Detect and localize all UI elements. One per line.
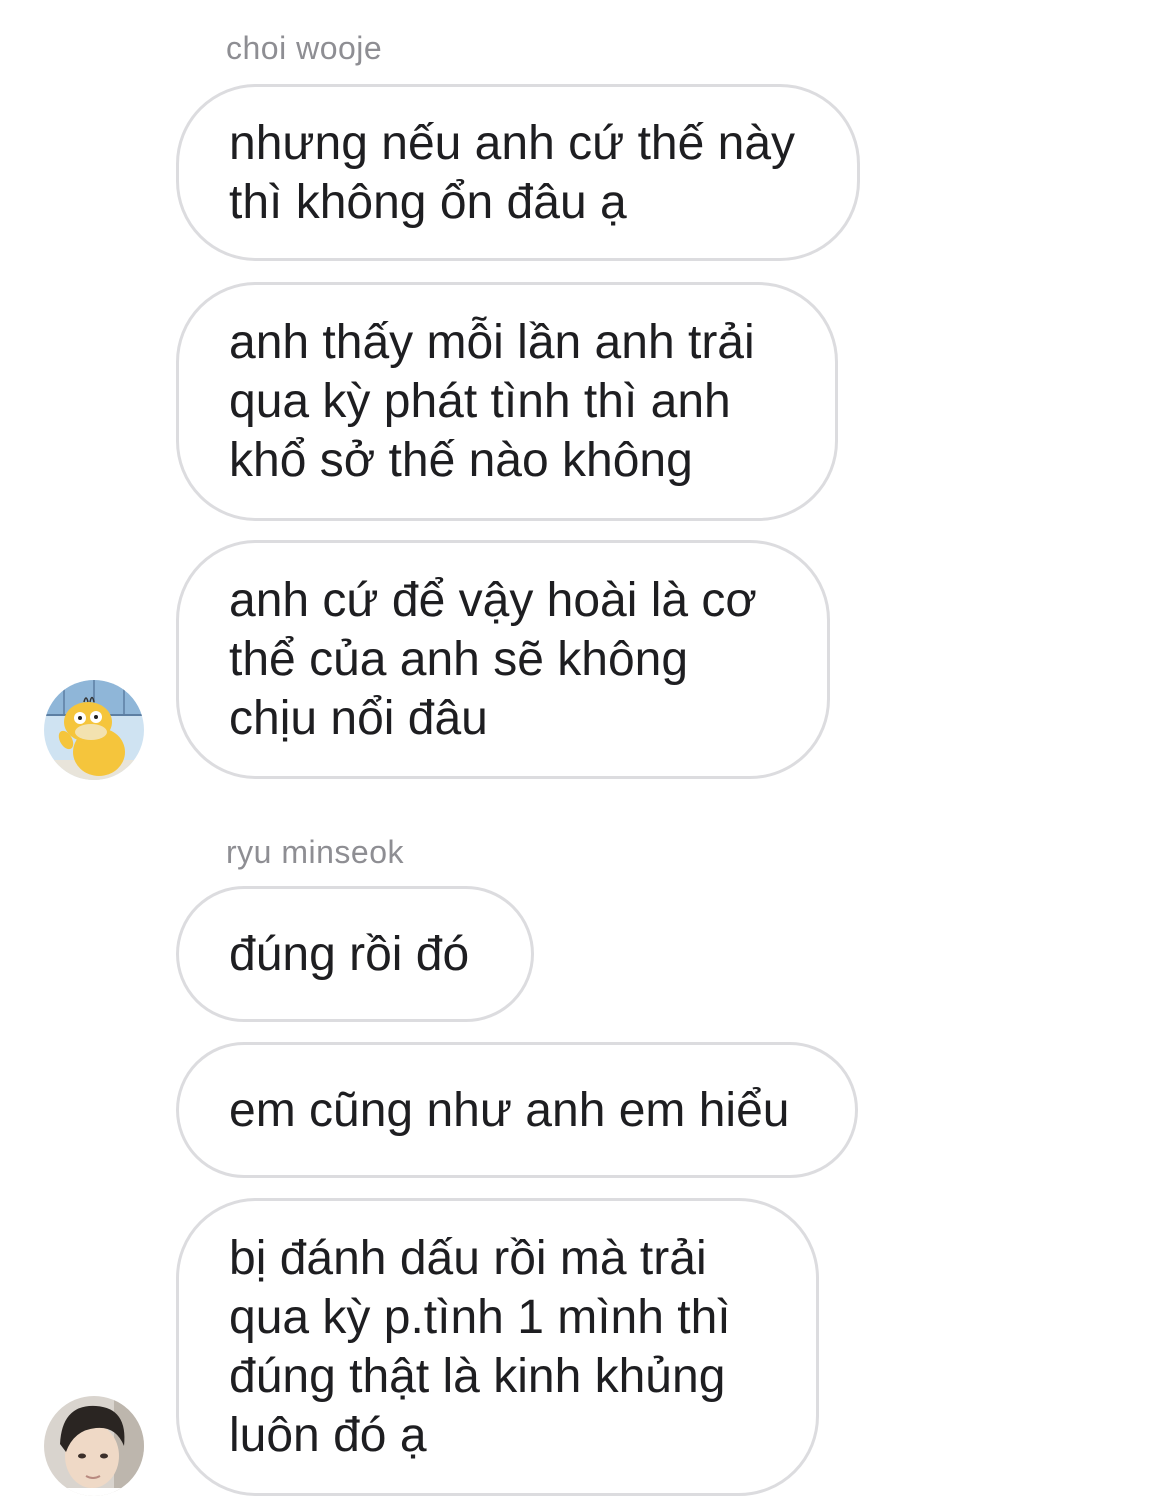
message-bubble[interactable]: đúng rồi đó: [176, 886, 534, 1022]
message-bubble[interactable]: anh thấy mỗi lần anh trải qua kỳ phát tì…: [176, 282, 838, 521]
message-bubble[interactable]: nhưng nếu anh cứ thế này thì không ổn đâ…: [176, 84, 860, 261]
message-text: em cũng như anh em hiểu: [229, 1083, 790, 1137]
message-text: anh thấy mỗi lần anh trải qua kỳ phát tì…: [229, 316, 755, 487]
sender-name-ryu-minseok: ryu minseok: [226, 834, 404, 870]
message-text: anh cứ để vậy hoài là cơ thể của anh sẽ …: [229, 574, 757, 745]
message-bubble[interactable]: anh cứ để vậy hoài là cơ thể của anh sẽ …: [176, 540, 830, 779]
sender-name-choi-wooje: choi wooje: [226, 30, 383, 66]
message-bubble[interactable]: em cũng như anh em hiểu: [176, 1042, 858, 1178]
message-text: bị đánh dấu rồi mà trải qua kỳ p.tình 1 …: [229, 1232, 731, 1462]
person-photo-avatar-icon[interactable]: [44, 1396, 144, 1496]
message-text: đúng rồi đó: [229, 927, 470, 981]
message-text: nhưng nếu anh cứ thế này thì không ổn đâ…: [229, 116, 796, 229]
psyduck-avatar-icon[interactable]: [44, 680, 144, 780]
message-bubble[interactable]: bị đánh dấu rồi mà trải qua kỳ p.tình 1 …: [176, 1198, 819, 1496]
